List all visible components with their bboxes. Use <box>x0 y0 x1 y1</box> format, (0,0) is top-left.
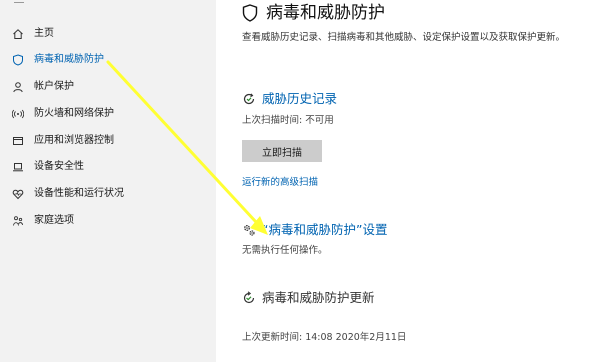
person-icon <box>11 80 25 94</box>
shield-icon <box>11 53 25 67</box>
sidebar-item-label: 家庭选项 <box>34 215 74 226</box>
scan-now-button[interactable]: 立即扫描 <box>242 140 322 162</box>
advanced-scan-link[interactable]: 运行新的高级扫描 <box>242 176 318 189</box>
sidebar-item-label: 帐户保护 <box>34 81 74 92</box>
wifi-icon <box>11 107 25 121</box>
sidebar-top-divider <box>14 0 24 3</box>
update-refresh-icon <box>243 291 255 304</box>
main-content: 病毒和威胁防护 查看威胁历史记录、扫描病毒和其他威胁、设定保护设置以及获取保护更… <box>216 0 592 362</box>
sidebar-item-app-browser-control[interactable]: 应用和浏览器控制 <box>0 129 216 153</box>
sidebar-item-label: 防火墙和网络保护 <box>34 108 114 119</box>
sidebar-item-family-options[interactable]: 家庭选项 <box>0 209 216 233</box>
home-icon <box>11 27 25 41</box>
browser-window-icon <box>11 134 25 148</box>
page-header: 病毒和威胁防护 <box>242 0 385 26</box>
sidebar-item-virus-protection[interactable]: 病毒和威胁防护 <box>0 48 216 72</box>
sidebar-item-label: 主页 <box>34 28 54 39</box>
history-scan-icon <box>243 93 255 105</box>
sidebar-item-label: 设备性能和运行状况 <box>34 188 124 199</box>
protection-settings-header: “病毒和威胁防护”设置 <box>242 221 387 239</box>
protection-settings-link[interactable]: “病毒和威胁防护”设置 <box>262 221 387 239</box>
sidebar-item-home[interactable]: 主页 <box>0 22 216 46</box>
protection-updates-header: 病毒和威胁防护更新 <box>242 289 375 307</box>
sidebar-item-label: 应用和浏览器控制 <box>34 135 114 146</box>
last-scan-time: 上次扫描时间: 不可用 <box>242 115 334 126</box>
protection-updates-link[interactable]: 病毒和威胁防护更新 <box>262 289 375 307</box>
last-update-time: 上次更新时间: 14:08 2020年2月11日 <box>242 332 407 343</box>
sidebar-item-device-security[interactable]: 设备安全性 <box>0 155 216 179</box>
sidebar-item-account-protection[interactable]: 帐户保护 <box>0 75 216 99</box>
threat-history-header: 威胁历史记录 <box>242 90 337 108</box>
sidebar-item-device-performance[interactable]: 设备性能和运行状况 <box>0 182 216 206</box>
page-title: 病毒和威胁防护 <box>266 3 385 23</box>
threat-history-link[interactable]: 威胁历史记录 <box>262 90 337 108</box>
shield-icon <box>242 4 258 22</box>
settings-gears-icon <box>244 225 255 236</box>
heart-icon <box>11 187 25 201</box>
sidebar-item-firewall[interactable]: 防火墙和网络保护 <box>0 102 216 126</box>
sidebar-item-label: 病毒和威胁防护 <box>34 54 104 65</box>
sidebar: 主页 病毒和威胁防护 帐户保护 防火墙和网络保护 应用和浏览器控制 设备安全性 <box>0 0 216 362</box>
family-icon <box>11 214 25 228</box>
settings-status: 无需执行任何操作。 <box>242 245 328 256</box>
sidebar-item-label: 设备安全性 <box>34 161 84 172</box>
page-description: 查看威胁历史记录、扫描病毒和其他威胁、设定保护设置以及获取保护更新。 <box>242 32 566 43</box>
laptop-icon <box>11 160 25 174</box>
